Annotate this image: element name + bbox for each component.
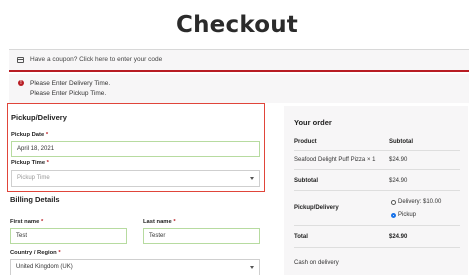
delivery-option-label[interactable]: Delivery: $10.00: [398, 199, 441, 205]
subtotal-value: $24.90: [389, 178, 408, 184]
payment-method-label[interactable]: Cash on delivery: [294, 260, 339, 266]
divider: [294, 190, 460, 191]
last-name-field[interactable]: Tester: [143, 228, 260, 244]
country-label: Country / Region *: [10, 250, 61, 256]
total-value: $24.90: [389, 234, 408, 240]
country-select[interactable]: United Kingdom (UK): [10, 259, 260, 275]
required-mark: *: [58, 250, 61, 256]
order-review-panel: Your order Product Subtotal Seafood Deli…: [284, 106, 468, 275]
order-heading: Your order: [294, 118, 332, 127]
order-item-qty: × 1: [366, 157, 376, 163]
subtotal-label: Subtotal: [294, 178, 318, 184]
required-mark: *: [173, 219, 176, 225]
page-title: Checkout: [176, 12, 298, 38]
error-icon: !: [18, 80, 24, 86]
coupon-link[interactable]: Have a coupon? Click here to enter your …: [30, 56, 162, 63]
divider: [294, 169, 460, 170]
delivery-radio[interactable]: [391, 200, 396, 205]
coupon-icon: [17, 57, 24, 63]
pickup-time-placeholder: Pickup Time: [17, 175, 50, 181]
divider: [294, 247, 460, 248]
pickup-time-select[interactable]: Pickup Time: [11, 170, 260, 187]
country-value: United Kingdom (UK): [16, 264, 73, 270]
pickup-radio[interactable]: [391, 213, 396, 218]
pickup-option-label[interactable]: Pickup: [398, 212, 416, 218]
order-item-name: Seafood Delight Puff Pizza × 1: [294, 157, 376, 163]
divider: [294, 225, 460, 226]
pickup-delivery-heading: Pickup/Delivery: [11, 113, 67, 122]
required-mark: *: [40, 219, 44, 225]
column-header-product: Product: [294, 139, 317, 145]
chevron-down-icon: [250, 266, 254, 269]
first-name-label: First name *: [10, 219, 44, 225]
billing-details-heading: Billing Details: [10, 195, 60, 204]
error-message-delivery-time: Please Enter Delivery Time.: [30, 80, 111, 87]
total-label: Total: [294, 234, 308, 240]
pickup-delivery-label: Pickup/Delivery: [294, 205, 339, 211]
column-header-subtotal: Subtotal: [389, 139, 413, 145]
order-item-subtotal: $24.90: [389, 157, 408, 163]
pickup-date-label: Pickup Date *: [11, 132, 49, 138]
pickup-date-field[interactable]: April 18, 2021: [11, 141, 260, 157]
required-mark: *: [45, 132, 49, 138]
required-mark: *: [46, 160, 49, 166]
error-message-pickup-time: Please Enter Pickup Time.: [30, 90, 107, 97]
divider: [294, 150, 460, 151]
pickup-time-label: Pickup Time *: [11, 160, 49, 166]
coupon-notice: Have a coupon? Click here to enter your …: [9, 49, 469, 72]
last-name-label: Last name *: [143, 219, 176, 225]
error-notice: ! Please Enter Delivery Time. Please Ent…: [9, 74, 469, 103]
first-name-field[interactable]: Test: [10, 228, 127, 244]
pickup-delivery-section: Pickup/Delivery Pickup Date * April 18, …: [7, 103, 265, 192]
chevron-down-icon: [250, 177, 254, 180]
